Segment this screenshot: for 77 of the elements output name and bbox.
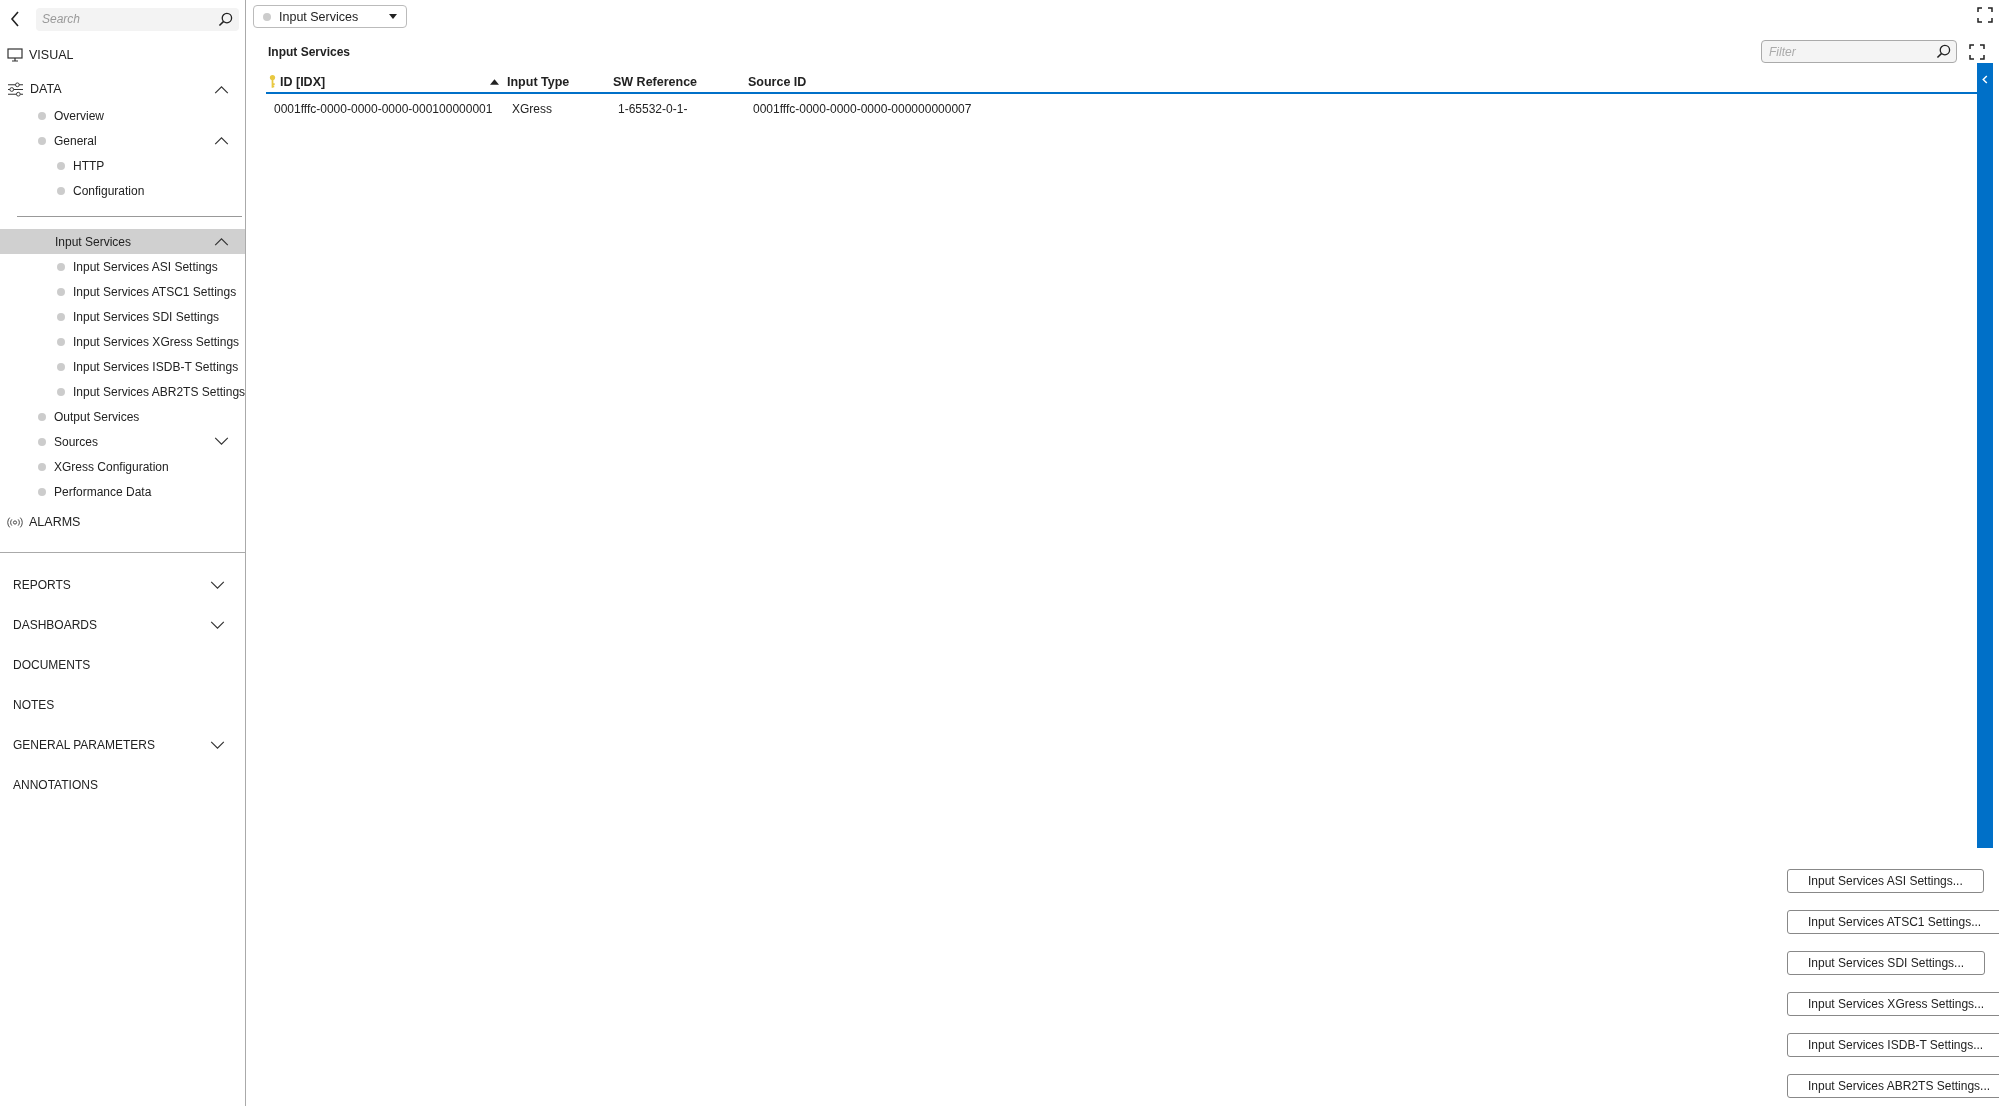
bullet-icon xyxy=(57,387,65,396)
nav-item[interactable]: DASHBOARDS xyxy=(0,605,245,645)
chevron-left-icon[interactable] xyxy=(1982,75,1988,84)
table-cell-text: 1-65532-0-1- xyxy=(618,102,689,116)
table-title: Input Services xyxy=(268,44,352,59)
table-cell-text: 0001fffc-0000-0000-0000-000000000007 xyxy=(753,102,973,116)
bullet-icon xyxy=(38,462,46,471)
bullet-icon xyxy=(57,362,65,371)
search-icon[interactable] xyxy=(1936,44,1951,59)
search-field[interactable]: Search xyxy=(36,7,239,31)
tree-item[interactable]: Input Services SDI Settings xyxy=(0,304,245,329)
tree-item[interactable]: Configuration xyxy=(0,178,245,203)
nav-item[interactable]: VISUAL xyxy=(0,43,245,67)
view-dropdown[interactable]: Input Services xyxy=(253,5,407,28)
chevron-icon[interactable] xyxy=(210,580,225,590)
bullet-icon xyxy=(57,161,65,170)
nav-item[interactable]: DOCUMENTS xyxy=(0,645,245,685)
chevron-icon[interactable] xyxy=(210,620,225,630)
bullet-icon xyxy=(57,287,65,296)
nav-item[interactable]: ANNOTATIONS xyxy=(0,765,245,805)
tree-item[interactable]: Output Services xyxy=(0,404,245,429)
settings-button[interactable]: Input Services ABR2TS Settings... xyxy=(1787,1074,1999,1098)
nav-item[interactable]: GENERAL PARAMETERS xyxy=(0,725,245,765)
settings-button[interactable]: Input Services XGress Settings... xyxy=(1787,992,1999,1016)
key-icon xyxy=(269,74,276,89)
column-header[interactable]: Input Type xyxy=(507,74,613,89)
tree-item[interactable]: Input Services XGress Settings xyxy=(0,329,245,354)
settings-button[interactable]: Input Services ASI Settings... xyxy=(1787,869,1984,893)
tree-item[interactable]: Performance Data xyxy=(0,479,245,504)
bullet-icon xyxy=(38,136,46,145)
settings-button[interactable]: Input Services SDI Settings... xyxy=(1787,951,1986,975)
bullet-icon xyxy=(38,111,46,120)
settings-button[interactable]: Input Services ATSC1 Settings... xyxy=(1787,910,1999,934)
column-header[interactable]: SW Reference xyxy=(613,74,748,89)
table-cell-text: XGress xyxy=(512,102,553,116)
bullet-icon xyxy=(57,186,65,195)
settings-button[interactable]: Input Services ISDB-T Settings... xyxy=(1787,1033,1999,1057)
chevron-icon[interactable] xyxy=(214,237,229,246)
bullet-icon xyxy=(263,12,271,21)
bullet-icon xyxy=(57,262,65,271)
monitor-icon xyxy=(7,48,23,62)
chevron-icon[interactable] xyxy=(214,136,229,145)
tree-item[interactable]: HTTP xyxy=(0,153,245,178)
sliders-icon xyxy=(7,81,24,97)
nav-item[interactable]: REPORTS xyxy=(0,565,245,605)
nav-item[interactable]: NOTES xyxy=(0,685,245,725)
bullet-icon xyxy=(38,412,46,421)
tree-item[interactable]: Input Services ABR2TS Settings xyxy=(0,379,245,404)
tree-item[interactable]: Input Services ATSC1 Settings xyxy=(0,279,245,304)
tree-item[interactable]: General xyxy=(0,128,245,153)
nav-item[interactable]: ALARMS xyxy=(0,510,245,534)
sort-ascending-icon xyxy=(490,78,499,85)
fullscreen-icon[interactable] xyxy=(1977,7,1993,23)
chevron-icon[interactable] xyxy=(214,437,229,446)
table-cell-text: 0001fffc-0000-0000-0000-000100000001 xyxy=(274,102,494,116)
caret-icon xyxy=(389,14,397,19)
bullet-icon xyxy=(57,337,65,346)
tree-item[interactable]: Sources xyxy=(0,429,245,454)
side-panel-toggle[interactable] xyxy=(1977,63,1993,848)
tree-item[interactable]: Input Services xyxy=(0,229,245,254)
tree-item[interactable]: Input Services ISDB-T Settings xyxy=(0,354,245,379)
column-header[interactable]: ID [IDX] xyxy=(269,74,507,89)
filter-field[interactable]: Filter xyxy=(1761,40,1957,63)
radio-waves-icon xyxy=(7,516,23,528)
tree-item[interactable]: XGress Configuration xyxy=(0,454,245,479)
back-icon[interactable] xyxy=(10,11,20,27)
column-header[interactable]: Source ID xyxy=(748,74,1977,89)
fullscreen-icon[interactable] xyxy=(1969,43,1985,60)
bullet-icon xyxy=(38,487,46,496)
search-icon[interactable] xyxy=(218,11,233,27)
nav-item[interactable]: DATA xyxy=(0,77,245,101)
bullet-icon xyxy=(57,312,65,321)
bullet-icon xyxy=(38,437,46,446)
chevron-icon[interactable] xyxy=(210,740,225,750)
tree-item[interactable]: Overview xyxy=(0,103,245,128)
tree-item[interactable]: Input Services ASI Settings xyxy=(0,254,245,279)
chevron-icon[interactable] xyxy=(214,84,229,94)
